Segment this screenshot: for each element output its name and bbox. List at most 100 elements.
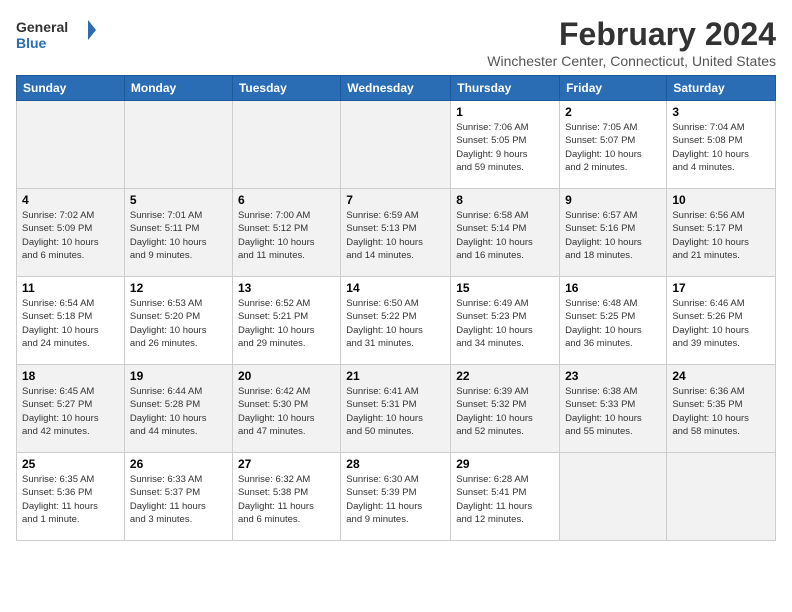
week-row-5: 25 Sunrise: 6:35 AMSunset: 5:36 PMDayligh… — [17, 453, 776, 541]
calendar-cell: 5 Sunrise: 7:01 AMSunset: 5:11 PMDaylight… — [124, 189, 232, 277]
day-number: 17 — [672, 281, 770, 295]
day-number: 4 — [22, 193, 119, 207]
calendar-cell — [17, 101, 125, 189]
logo: General Blue — [16, 16, 96, 54]
day-info: Sunrise: 6:42 AMSunset: 5:30 PMDaylight:… — [238, 385, 335, 438]
day-info: Sunrise: 6:28 AMSunset: 5:41 PMDaylight:… — [456, 473, 554, 526]
calendar-cell: 13 Sunrise: 6:52 AMSunset: 5:21 PMDayligh… — [232, 277, 340, 365]
day-number: 12 — [130, 281, 227, 295]
day-info: Sunrise: 6:48 AMSunset: 5:25 PMDaylight:… — [565, 297, 661, 350]
calendar-cell: 18 Sunrise: 6:45 AMSunset: 5:27 PMDayligh… — [17, 365, 125, 453]
calendar-cell: 28 Sunrise: 6:30 AMSunset: 5:39 PMDayligh… — [341, 453, 451, 541]
day-number: 26 — [130, 457, 227, 471]
header-sunday: Sunday — [17, 76, 125, 101]
day-number: 3 — [672, 105, 770, 119]
week-row-1: 1 Sunrise: 7:06 AMSunset: 5:05 PMDaylight… — [17, 101, 776, 189]
day-number: 1 — [456, 105, 554, 119]
svg-text:General: General — [16, 19, 68, 35]
day-info: Sunrise: 7:00 AMSunset: 5:12 PMDaylight:… — [238, 209, 335, 262]
calendar-cell: 1 Sunrise: 7:06 AMSunset: 5:05 PMDaylight… — [451, 101, 560, 189]
header-tuesday: Tuesday — [232, 76, 340, 101]
calendar-cell: 6 Sunrise: 7:00 AMSunset: 5:12 PMDaylight… — [232, 189, 340, 277]
week-row-4: 18 Sunrise: 6:45 AMSunset: 5:27 PMDayligh… — [17, 365, 776, 453]
header-monday: Monday — [124, 76, 232, 101]
day-number: 18 — [22, 369, 119, 383]
day-number: 21 — [346, 369, 445, 383]
day-number: 28 — [346, 457, 445, 471]
calendar-cell: 9 Sunrise: 6:57 AMSunset: 5:16 PMDaylight… — [560, 189, 667, 277]
day-info: Sunrise: 7:05 AMSunset: 5:07 PMDaylight:… — [565, 121, 661, 174]
calendar-cell: 25 Sunrise: 6:35 AMSunset: 5:36 PMDayligh… — [17, 453, 125, 541]
calendar-cell: 21 Sunrise: 6:41 AMSunset: 5:31 PMDayligh… — [341, 365, 451, 453]
calendar-cell: 19 Sunrise: 6:44 AMSunset: 5:28 PMDayligh… — [124, 365, 232, 453]
day-number: 27 — [238, 457, 335, 471]
calendar-cell: 29 Sunrise: 6:28 AMSunset: 5:41 PMDayligh… — [451, 453, 560, 541]
day-info: Sunrise: 6:30 AMSunset: 5:39 PMDaylight:… — [346, 473, 445, 526]
day-info: Sunrise: 6:56 AMSunset: 5:17 PMDaylight:… — [672, 209, 770, 262]
day-info: Sunrise: 6:46 AMSunset: 5:26 PMDaylight:… — [672, 297, 770, 350]
day-number: 23 — [565, 369, 661, 383]
calendar-cell: 16 Sunrise: 6:48 AMSunset: 5:25 PMDayligh… — [560, 277, 667, 365]
day-info: Sunrise: 6:52 AMSunset: 5:21 PMDaylight:… — [238, 297, 335, 350]
day-info: Sunrise: 7:01 AMSunset: 5:11 PMDaylight:… — [130, 209, 227, 262]
day-info: Sunrise: 6:58 AMSunset: 5:14 PMDaylight:… — [456, 209, 554, 262]
calendar-cell: 8 Sunrise: 6:58 AMSunset: 5:14 PMDaylight… — [451, 189, 560, 277]
calendar-cell: 24 Sunrise: 6:36 AMSunset: 5:35 PMDayligh… — [667, 365, 776, 453]
calendar-cell: 20Sunrise: 6:42 AMSunset: 5:30 PMDayligh… — [232, 365, 340, 453]
day-number: 5 — [130, 193, 227, 207]
day-number: 6 — [238, 193, 335, 207]
day-info: Sunrise: 6:59 AMSunset: 5:13 PMDaylight:… — [346, 209, 445, 262]
header-friday: Friday — [560, 76, 667, 101]
day-number: 25 — [22, 457, 119, 471]
calendar-cell: 27 Sunrise: 6:32 AMSunset: 5:38 PMDayligh… — [232, 453, 340, 541]
day-number: 10 — [672, 193, 770, 207]
day-number: 8 — [456, 193, 554, 207]
calendar-cell — [667, 453, 776, 541]
day-number: 13 — [238, 281, 335, 295]
day-number: 9 — [565, 193, 661, 207]
calendar-cell: 7Sunrise: 6:59 AMSunset: 5:13 PMDaylight… — [341, 189, 451, 277]
day-info: Sunrise: 6:50 AMSunset: 5:22 PMDaylight:… — [346, 297, 445, 350]
header-wednesday: Wednesday — [341, 76, 451, 101]
calendar-cell: 22Sunrise: 6:39 AMSunset: 5:32 PMDayligh… — [451, 365, 560, 453]
week-row-2: 4Sunrise: 7:02 AMSunset: 5:09 PMDaylight… — [17, 189, 776, 277]
calendar-cell: 26Sunrise: 6:33 AMSunset: 5:37 PMDayligh… — [124, 453, 232, 541]
calendar-cell — [124, 101, 232, 189]
day-number: 14 — [346, 281, 445, 295]
calendar-cell: 17 Sunrise: 6:46 AMSunset: 5:26 PMDayligh… — [667, 277, 776, 365]
title-block: February 2024 Winchester Center, Connect… — [487, 16, 776, 69]
day-info: Sunrise: 6:38 AMSunset: 5:33 PMDaylight:… — [565, 385, 661, 438]
day-info: Sunrise: 6:54 AMSunset: 5:18 PMDaylight:… — [22, 297, 119, 350]
day-info: Sunrise: 7:06 AMSunset: 5:05 PMDaylight:… — [456, 121, 554, 174]
day-info: Sunrise: 6:32 AMSunset: 5:38 PMDaylight:… — [238, 473, 335, 526]
calendar-cell: 2Sunrise: 7:05 AMSunset: 5:07 PMDaylight… — [560, 101, 667, 189]
day-info: Sunrise: 6:57 AMSunset: 5:16 PMDaylight:… — [565, 209, 661, 262]
calendar-cell: 12 Sunrise: 6:53 AMSunset: 5:20 PMDayligh… — [124, 277, 232, 365]
svg-text:Blue: Blue — [16, 35, 47, 51]
day-info: Sunrise: 6:41 AMSunset: 5:31 PMDaylight:… — [346, 385, 445, 438]
calendar-cell: 23 Sunrise: 6:38 AMSunset: 5:33 PMDayligh… — [560, 365, 667, 453]
header-saturday: Saturday — [667, 76, 776, 101]
logo-svg: General Blue — [16, 16, 96, 54]
calendar-cell — [560, 453, 667, 541]
week-row-3: 11 Sunrise: 6:54 AMSunset: 5:18 PMDayligh… — [17, 277, 776, 365]
calendar-table: SundayMondayTuesdayWednesdayThursdayFrid… — [16, 75, 776, 541]
day-info: Sunrise: 6:35 AMSunset: 5:36 PMDaylight:… — [22, 473, 119, 526]
day-info: Sunrise: 6:36 AMSunset: 5:35 PMDaylight:… — [672, 385, 770, 438]
day-number: 29 — [456, 457, 554, 471]
calendar-cell: 11 Sunrise: 6:54 AMSunset: 5:18 PMDayligh… — [17, 277, 125, 365]
month-title: February 2024 — [487, 16, 776, 53]
day-info: Sunrise: 6:45 AMSunset: 5:27 PMDaylight:… — [22, 385, 119, 438]
calendar-cell — [232, 101, 340, 189]
calendar-cell: 10 Sunrise: 6:56 AMSunset: 5:17 PMDayligh… — [667, 189, 776, 277]
day-info: Sunrise: 6:53 AMSunset: 5:20 PMDaylight:… — [130, 297, 227, 350]
day-number: 24 — [672, 369, 770, 383]
day-number: 15 — [456, 281, 554, 295]
day-info: Sunrise: 6:44 AMSunset: 5:28 PMDaylight:… — [130, 385, 227, 438]
day-number: 19 — [130, 369, 227, 383]
day-number: 22 — [456, 369, 554, 383]
day-number: 16 — [565, 281, 661, 295]
day-info: Sunrise: 6:49 AMSunset: 5:23 PMDaylight:… — [456, 297, 554, 350]
location-title: Winchester Center, Connecticut, United S… — [487, 53, 776, 69]
day-number: 11 — [22, 281, 119, 295]
